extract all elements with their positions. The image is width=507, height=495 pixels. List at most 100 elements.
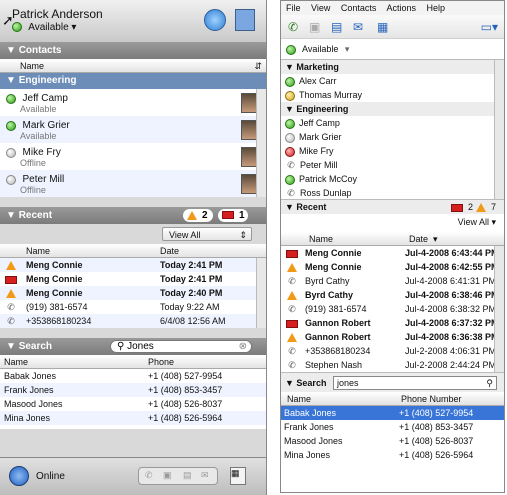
search-input[interactable]: jones ⚲ bbox=[333, 376, 497, 390]
recent-date: Jul-4-2008 6:38:32 PM bbox=[405, 304, 497, 314]
missed-badge[interactable]: 2 bbox=[183, 209, 213, 222]
contact-row[interactable]: Thomas Murray bbox=[281, 88, 504, 102]
missed-badge[interactable]: 7 bbox=[476, 200, 496, 215]
recent-name-column[interactable]: Name bbox=[26, 244, 50, 258]
video-icon[interactable]: ▣ bbox=[309, 20, 320, 34]
dialpad-icon[interactable]: ▦ bbox=[377, 20, 388, 34]
menu-help[interactable]: Help bbox=[426, 3, 445, 13]
chat-icon[interactable]: ▤ bbox=[183, 470, 192, 481]
recent-row[interactable]: Gannon Robert Jul-4-2008 6:37:32 PM bbox=[281, 316, 504, 330]
recent-column-header[interactable]: Name Date bbox=[0, 244, 266, 258]
result-name: Babak Jones bbox=[284, 408, 337, 418]
menu-file[interactable]: File bbox=[286, 3, 301, 13]
column-options-icon[interactable]: ⇵ bbox=[254, 59, 262, 73]
email-icon[interactable]: ✉ bbox=[353, 20, 363, 34]
recent-name: Gannon Robert bbox=[305, 318, 371, 328]
recent-row[interactable]: ✆ +353868180234 Jul-2-2008 4:06:31 PM bbox=[281, 344, 504, 358]
search-result-row[interactable]: Mina Jones +1 (408) 526-5964 bbox=[281, 448, 504, 462]
contact-row[interactable]: Patrick McCoy bbox=[281, 172, 504, 186]
recent-row[interactable]: Meng Connie Jul-4-2008 6:43:44 PM bbox=[281, 246, 504, 260]
recent-row[interactable]: Meng Connie Today 2:41 PM bbox=[0, 258, 266, 272]
contacts-section-header[interactable]: ▼ Contacts bbox=[0, 42, 266, 59]
recent-row[interactable]: Meng Connie Jul-4-2008 6:42:55 PM bbox=[281, 260, 504, 274]
video-icon[interactable]: ▣ bbox=[163, 470, 172, 481]
recent-date-column[interactable]: Date bbox=[409, 232, 428, 246]
contacts-column-header[interactable]: Name ⇵ bbox=[0, 59, 266, 73]
recent-row[interactable]: Meng Connie Today 2:40 PM bbox=[0, 286, 266, 300]
search-result-row[interactable]: Masood Jones +1 (408) 526-8037 bbox=[281, 434, 504, 448]
contact-row[interactable]: Jeff Camp bbox=[281, 116, 504, 130]
contacts-scrollbar[interactable] bbox=[256, 89, 266, 197]
recent-column-header[interactable]: Name Date ▾ bbox=[281, 232, 504, 246]
menu-contacts[interactable]: Contacts bbox=[341, 3, 377, 13]
clear-search-icon[interactable]: ⊗ bbox=[239, 341, 247, 353]
call-icon[interactable]: ✆ bbox=[145, 470, 153, 481]
search-result-row[interactable]: Mina Jones +1 (408) 526-5964 bbox=[0, 411, 266, 425]
recent-scrollbar[interactable] bbox=[256, 258, 266, 328]
search-phone-column[interactable]: Phone Number bbox=[401, 392, 462, 406]
contact-row[interactable]: Mike Fry Offline bbox=[0, 143, 266, 170]
search-column-header[interactable]: Name Phone bbox=[0, 355, 266, 369]
menu-actions[interactable]: Actions bbox=[386, 3, 416, 13]
email-icon[interactable]: ✉ bbox=[201, 470, 209, 481]
status-selector[interactable]: Available ▾ bbox=[12, 22, 76, 33]
result-phone: +1 (408) 527-9954 bbox=[399, 408, 474, 418]
view-all-select[interactable]: View All ⇕ bbox=[162, 227, 252, 241]
marketing-group-header[interactable]: ▼ Marketing bbox=[281, 60, 504, 74]
call-icon[interactable]: ✆ bbox=[288, 20, 298, 34]
search-icon[interactable]: ⚲ bbox=[486, 377, 493, 390]
contact-row[interactable]: Alex Carr bbox=[281, 74, 504, 88]
chat-icon[interactable]: ▤ bbox=[331, 20, 342, 34]
view-options-icon[interactable]: ▭▾ bbox=[481, 20, 498, 34]
chat-bubble-icon[interactable] bbox=[204, 9, 226, 31]
recent-row[interactable]: Meng Connie Today 2:41 PM bbox=[0, 272, 266, 286]
search-name-column[interactable]: Name bbox=[287, 392, 311, 406]
recent-row[interactable]: ✆ Byrd Cathy Jul-4-2008 6:41:31 PM bbox=[281, 274, 504, 288]
presence-row[interactable]: Available ▾ bbox=[281, 39, 504, 59]
sort-desc-icon: ▾ bbox=[433, 234, 438, 244]
search-phone-column[interactable]: Phone bbox=[148, 355, 174, 369]
view-all-select[interactable]: View All ▾ bbox=[458, 217, 496, 228]
dialpad-icon[interactable]: ▦ bbox=[230, 467, 246, 485]
message-badge[interactable]: 1 bbox=[218, 209, 248, 222]
recent-row[interactable]: Byrd Cathy Jul-4-2008 6:38:46 PM bbox=[281, 288, 504, 302]
message-badge[interactable]: 2 bbox=[451, 200, 473, 215]
recent-row[interactable]: ✆ (919) 381-6574 Today 9:22 AM bbox=[0, 300, 266, 314]
recent-name: Byrd Cathy bbox=[305, 290, 354, 300]
online-sync-icon[interactable] bbox=[9, 466, 29, 486]
contact-status: Offline bbox=[20, 158, 46, 168]
search-result-row[interactable]: Masood Jones +1 (408) 526-8037 bbox=[0, 397, 266, 411]
recent-row[interactable]: ✆ Stephen Nash Jul-2-2008 2:44:24 PM bbox=[281, 358, 504, 372]
recent-date-column[interactable]: Date bbox=[160, 244, 179, 258]
recent-section-header[interactable]: ▼ Recent 2 1 bbox=[0, 207, 266, 224]
search-result-row[interactable]: Babak Jones +1 (408) 527-9954 bbox=[0, 369, 266, 383]
recent-section-header[interactable]: ▼ Recent 2 7 bbox=[281, 199, 504, 214]
recent-name-column[interactable]: Name bbox=[309, 232, 333, 246]
contact-row[interactable]: Jeff Camp Available bbox=[0, 89, 266, 116]
engineering-group-header[interactable]: ▼ Engineering bbox=[281, 102, 504, 116]
search-result-row[interactable]: Frank Jones +1 (408) 853-3457 bbox=[281, 420, 504, 434]
recent-row[interactable]: ✆ +353868180234 6/4/08 12:56 AM bbox=[0, 314, 266, 328]
search-section-header[interactable]: ▼ Search jones ⚲ bbox=[281, 372, 504, 392]
search-input[interactable]: ⚲ Jones ⊗ bbox=[110, 340, 252, 353]
contact-row[interactable]: Mark Grier Available bbox=[0, 116, 266, 143]
menu-view[interactable]: View bbox=[311, 3, 330, 13]
contact-row[interactable]: Mark Grier bbox=[281, 130, 504, 144]
recent-scrollbar[interactable] bbox=[494, 246, 504, 372]
contact-name: Ross Dunlap bbox=[300, 188, 352, 198]
contact-row[interactable]: ✆ Peter Mill bbox=[281, 158, 504, 172]
engineering-group-header[interactable]: ▼ Engineering bbox=[0, 73, 266, 89]
search-result-row[interactable]: Frank Jones +1 (408) 853-3457 bbox=[0, 383, 266, 397]
recent-row[interactable]: Gannon Robert Jul-4-2008 6:36:38 PM bbox=[281, 330, 504, 344]
window-icon[interactable] bbox=[235, 9, 255, 31]
contact-row[interactable]: Peter Mill Offline bbox=[0, 170, 266, 197]
recent-row[interactable]: ✆ (919) 381-6574 Jul-4-2008 6:38:32 PM bbox=[281, 302, 504, 316]
contact-row[interactable]: Mike Fry bbox=[281, 144, 504, 158]
result-phone: +1 (408) 526-5964 bbox=[399, 450, 474, 460]
search-name-column[interactable]: Name bbox=[4, 355, 28, 369]
search-column-header[interactable]: Name Phone Number bbox=[281, 392, 504, 406]
search-section-header[interactable]: ▼ Search ⚲ Jones ⊗ bbox=[0, 338, 266, 355]
contacts-scrollbar[interactable] bbox=[494, 60, 504, 200]
search-result-row[interactable]: Babak Jones +1 (408) 527-9954 bbox=[281, 406, 504, 420]
contact-row[interactable]: ✆ Ross Dunlap bbox=[281, 186, 504, 200]
